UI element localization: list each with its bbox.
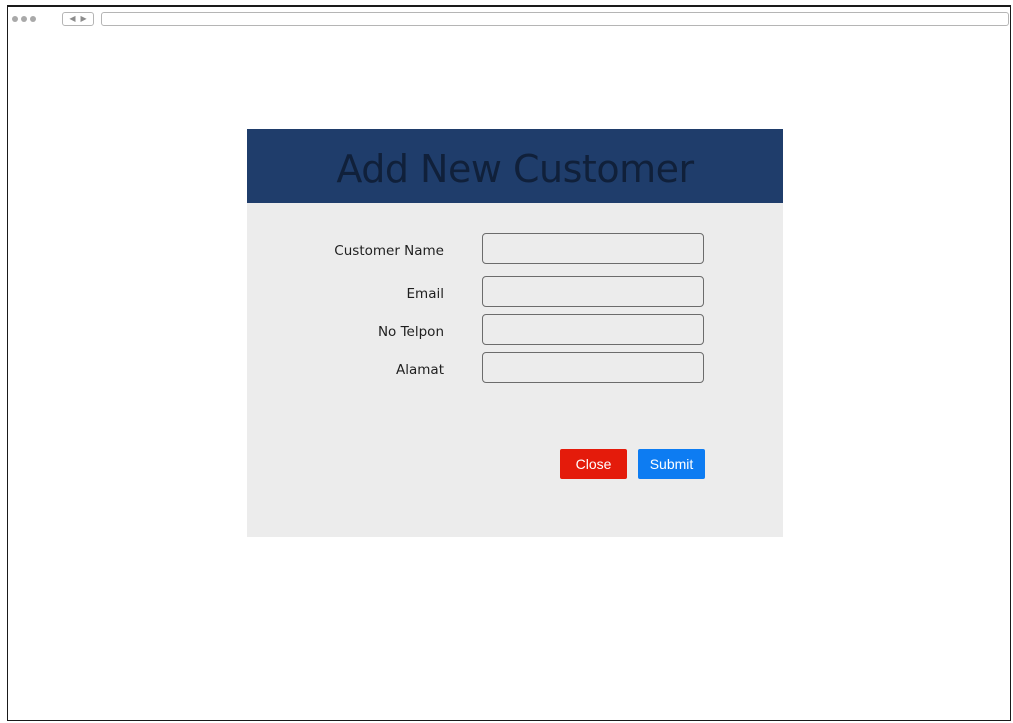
- window-close-dot[interactable]: [12, 16, 18, 22]
- close-button[interactable]: Close: [560, 449, 627, 479]
- window-controls: [12, 16, 36, 22]
- email-label: Email: [406, 286, 444, 302]
- chevron-right-icon[interactable]: ▶: [81, 15, 87, 23]
- no-telpon-label: No Telpon: [377, 324, 444, 340]
- nav-buttons: ◀ ▶: [62, 12, 94, 26]
- browser-toolbar: ◀ ▶: [8, 7, 1010, 37]
- window-minimize-dot[interactable]: [21, 16, 27, 22]
- email-input[interactable]: [482, 276, 704, 307]
- alamat-label: Alamat: [396, 362, 444, 378]
- customer-name-input[interactable]: [482, 233, 704, 264]
- address-bar[interactable]: [101, 12, 1009, 26]
- no-telpon-input[interactable]: [482, 314, 704, 345]
- modal-header: Add New Customer: [247, 129, 783, 203]
- customer-name-label: Customer Name: [334, 243, 444, 259]
- alamat-input[interactable]: [482, 352, 704, 383]
- modal-title: Add New Customer: [336, 147, 694, 191]
- chevron-left-icon[interactable]: ◀: [69, 15, 75, 23]
- window-maximize-dot[interactable]: [30, 16, 36, 22]
- submit-button[interactable]: Submit: [638, 449, 705, 479]
- browser-window: ◀ ▶ Add New Customer Customer Name Email…: [7, 5, 1011, 721]
- add-customer-modal: Add New Customer Customer Name Email No …: [247, 129, 783, 537]
